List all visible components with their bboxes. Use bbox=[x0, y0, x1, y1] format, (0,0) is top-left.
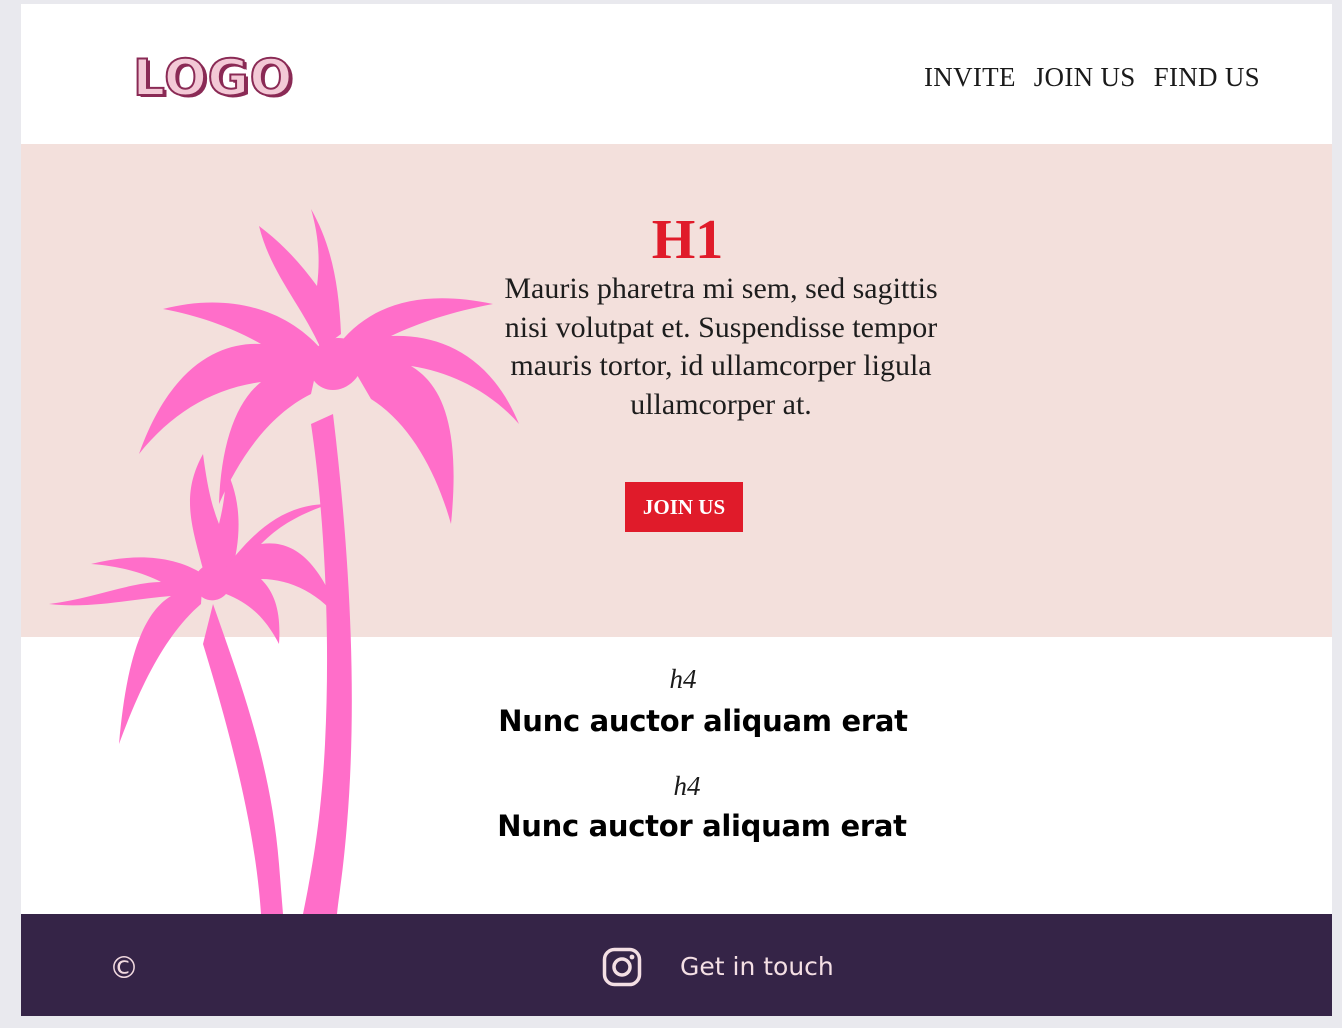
feature-heading: h4 bbox=[673, 771, 701, 801]
site-header: LOGO INVITE JOIN US FIND US bbox=[21, 4, 1332, 144]
join-us-button[interactable]: JOIN US bbox=[625, 482, 743, 532]
hero-text: Mauris pharetra mi sem, sed sagittis nis… bbox=[504, 272, 938, 421]
nav-link-find-us[interactable]: FIND US bbox=[1154, 62, 1260, 93]
scrollbar[interactable] bbox=[1332, 0, 1342, 1028]
logo[interactable]: LOGO bbox=[132, 48, 293, 108]
instagram-icon[interactable] bbox=[602, 947, 642, 987]
main-nav: INVITE JOIN US FIND US bbox=[924, 62, 1260, 93]
hero-title: H1 bbox=[651, 209, 724, 271]
hero-section: H1 Mauris pharetra mi sem, sed sagittis … bbox=[21, 144, 1332, 637]
nav-link-join-us[interactable]: JOIN US bbox=[1034, 62, 1136, 93]
feature-heading: h4 bbox=[669, 664, 697, 694]
page: LOGO INVITE JOIN US FIND US H1 Mauris ph… bbox=[21, 4, 1332, 1016]
feature-text: Nunc auctor aliquam erat bbox=[498, 704, 908, 738]
site-footer: © Get in touch bbox=[21, 914, 1332, 1016]
feature-text: Nunc auctor aliquam erat bbox=[497, 809, 907, 843]
copyright-symbol: © bbox=[109, 951, 139, 986]
nav-link-invite[interactable]: INVITE bbox=[924, 62, 1016, 93]
get-in-touch-link[interactable]: Get in touch bbox=[680, 952, 834, 981]
